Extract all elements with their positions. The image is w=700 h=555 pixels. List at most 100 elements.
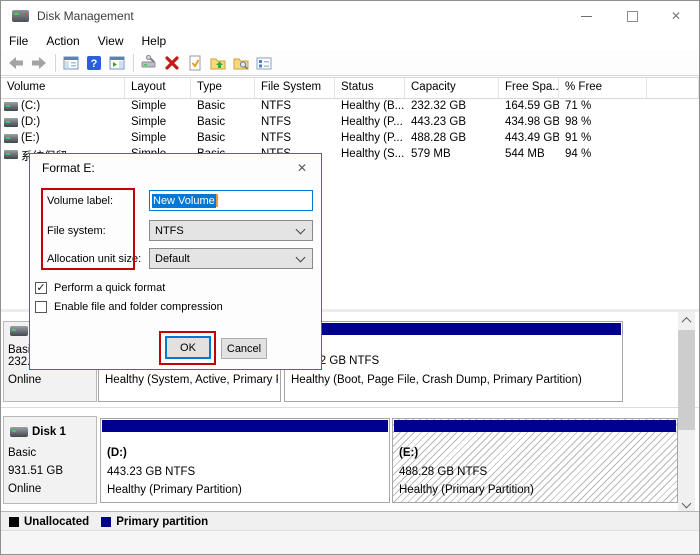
- cell-capacity: 443.23 GB: [405, 115, 499, 131]
- cancel-button[interactable]: Cancel: [221, 338, 267, 359]
- cell-pct-free: 91 %: [559, 131, 647, 147]
- allocation-unit-label: Allocation unit size:: [47, 253, 141, 265]
- volume-row-c[interactable]: (C:) Simple Basic NTFS Healthy (B... 232…: [1, 99, 699, 115]
- volume-row-e[interactable]: (E:) Simple Basic NTFS Healthy (P... 488…: [1, 131, 699, 147]
- legend-label: Unallocated: [24, 516, 89, 528]
- cell-capacity: 232.32 GB: [405, 99, 499, 115]
- disk1-status: Online: [8, 483, 41, 495]
- column-header-layout[interactable]: Layout: [125, 78, 191, 98]
- partition-status: Healthy (Primary Partition): [399, 484, 534, 496]
- disk1-panel[interactable]: Disk 1 Basic 931.51 GB Online: [3, 416, 97, 504]
- compression-row: Enable file and folder compression: [35, 301, 223, 313]
- chevron-up-icon: [682, 316, 692, 326]
- volume-label-input[interactable]: New Volume: [149, 190, 313, 211]
- file-system-select[interactable]: NTFS: [149, 220, 313, 241]
- column-header-blank: [647, 78, 699, 98]
- file-system-value: NTFS: [155, 225, 297, 237]
- dialog-close-button[interactable]: ✕: [293, 159, 311, 177]
- attributes-icon[interactable]: [253, 53, 275, 73]
- rescan-disks-icon[interactable]: [138, 53, 160, 73]
- toolbar-separator: [55, 54, 56, 72]
- format-dialog: Format E: ✕ Volume label: New Volume Fil…: [29, 153, 322, 370]
- ok-button[interactable]: OK: [165, 336, 211, 359]
- scrollbar-thumb[interactable]: [678, 330, 695, 430]
- menu-view[interactable]: View: [98, 34, 133, 48]
- close-icon: ✕: [671, 10, 681, 22]
- forward-icon[interactable]: [28, 53, 50, 73]
- help-icon[interactable]: ?: [83, 53, 105, 73]
- cell-type: Basic: [191, 99, 255, 115]
- column-header-capacity[interactable]: Capacity: [405, 78, 499, 98]
- menu-help[interactable]: Help: [142, 34, 176, 48]
- back-icon[interactable]: [5, 53, 27, 73]
- chevron-down-icon: [296, 224, 306, 234]
- dialog-title: Format E:: [42, 161, 95, 175]
- minimize-button[interactable]: [569, 1, 603, 31]
- vertical-scrollbar[interactable]: [678, 312, 695, 511]
- compression-checkbox[interactable]: [35, 301, 47, 313]
- volume-icon: [4, 102, 18, 111]
- cell-pct-free: 71 %: [559, 99, 647, 115]
- quick-format-checkbox[interactable]: ✓: [35, 282, 47, 294]
- column-header-type[interactable]: Type: [191, 78, 255, 98]
- menu-file[interactable]: File: [9, 34, 37, 48]
- folder-explore-icon[interactable]: [230, 53, 252, 73]
- column-header-status[interactable]: Status: [335, 78, 405, 98]
- allocation-unit-select[interactable]: Default: [149, 248, 313, 269]
- partition-size: 443.23 GB NTFS: [107, 466, 195, 478]
- close-icon: ✕: [297, 161, 307, 175]
- cell-free: 164.59 GB: [499, 99, 559, 115]
- column-header-pct-free[interactable]: % Free: [559, 78, 647, 98]
- partition-status: Healthy (Primary Partition): [107, 484, 242, 496]
- disk0-partition-c[interactable]: (C:) 232.32 GB NTFS Healthy (Boot, Page …: [284, 321, 623, 402]
- cell-pct-free: 94 %: [559, 147, 647, 163]
- disk1-size: 931.51 GB: [8, 465, 63, 477]
- partition-status: Healthy (Boot, Page File, Crash Dump, Pr…: [291, 374, 582, 386]
- cell-layout: Simple: [125, 131, 191, 147]
- task-check-icon[interactable]: [184, 53, 206, 73]
- legend-unallocated: Unallocated: [9, 516, 89, 528]
- scroll-down-button[interactable]: [678, 495, 695, 511]
- column-header-file-system[interactable]: File System: [255, 78, 335, 98]
- cell-fs: NTFS: [255, 99, 335, 115]
- show-action-pane-icon[interactable]: [106, 53, 128, 73]
- show-console-tree-icon[interactable]: [60, 53, 82, 73]
- text-caret: [216, 194, 218, 207]
- primary-partition-bar: [286, 323, 621, 335]
- menu-action[interactable]: Action: [46, 34, 88, 48]
- cell-type: Basic: [191, 131, 255, 147]
- volume-row-d[interactable]: (D:) Simple Basic NTFS Healthy (P... 443…: [1, 115, 699, 131]
- column-header-volume[interactable]: Volume: [1, 78, 125, 98]
- toolbar: ?: [1, 50, 699, 76]
- legend-bar: Unallocated Primary partition: [1, 511, 699, 531]
- volume-label-value: New Volume: [152, 194, 216, 208]
- delete-icon[interactable]: [161, 53, 183, 73]
- disk1-name: Disk 1: [32, 426, 66, 438]
- cell-status: Healthy (P...: [335, 115, 405, 131]
- cell-free: 544 MB: [499, 147, 559, 163]
- disk0-status: Online: [8, 374, 41, 386]
- check-icon: ✓: [36, 283, 45, 294]
- close-button[interactable]: ✕: [659, 1, 693, 31]
- title-bar: Disk Management ✕: [1, 1, 699, 31]
- minimize-icon: [581, 16, 592, 17]
- disk1-partition-d[interactable]: (D:) 443.23 GB NTFS Healthy (Primary Par…: [100, 418, 390, 503]
- window-title: Disk Management: [37, 9, 134, 23]
- chevron-down-icon: [296, 252, 306, 262]
- legend-label: Primary partition: [116, 516, 208, 528]
- column-header-free-space[interactable]: Free Spa...: [499, 78, 559, 98]
- disk1-partition-e-selected[interactable]: (E:) 488.28 GB NTFS Healthy (Primary Par…: [392, 418, 678, 503]
- volume-list-header: Volume Layout Type File System Status Ca…: [1, 77, 699, 99]
- cell-capacity: 579 MB: [405, 147, 499, 163]
- cell-fs: NTFS: [255, 115, 335, 131]
- maximize-button[interactable]: [615, 1, 649, 31]
- cell-status: Healthy (B...: [335, 99, 405, 115]
- disk-icon: [10, 326, 28, 336]
- allocation-unit-value: Default: [155, 253, 297, 265]
- volume-icon: [4, 118, 18, 127]
- status-strip: [1, 530, 699, 554]
- folder-up-icon[interactable]: [207, 53, 229, 73]
- scroll-up-button[interactable]: [678, 312, 695, 328]
- primary-partition-bar: [102, 420, 388, 432]
- disk-management-app-icon: [12, 10, 29, 22]
